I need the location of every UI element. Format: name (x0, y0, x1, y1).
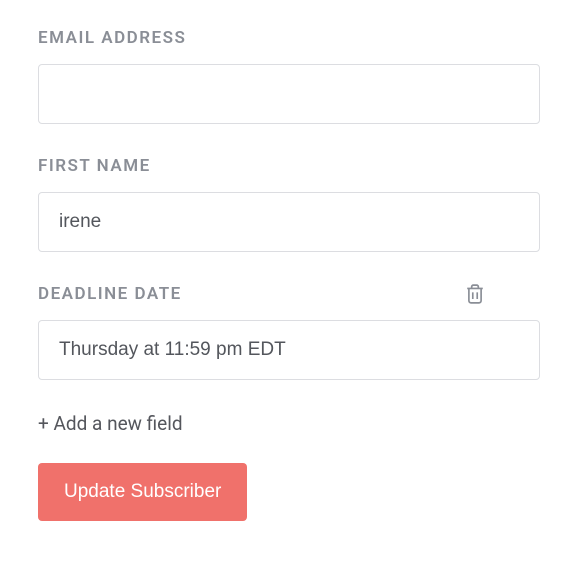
add-field-link[interactable]: + Add a new field (38, 412, 540, 435)
deadline-label: DEADLINE DATE (38, 284, 182, 304)
delete-field-icon[interactable] (466, 284, 540, 304)
email-label: EMAIL ADDRESS (38, 28, 186, 48)
email-input[interactable] (38, 64, 540, 124)
first-name-input[interactable] (38, 192, 540, 252)
deadline-input[interactable] (38, 320, 540, 380)
update-subscriber-button[interactable]: Update Subscriber (38, 463, 247, 521)
first-name-label: FIRST NAME (38, 156, 151, 176)
